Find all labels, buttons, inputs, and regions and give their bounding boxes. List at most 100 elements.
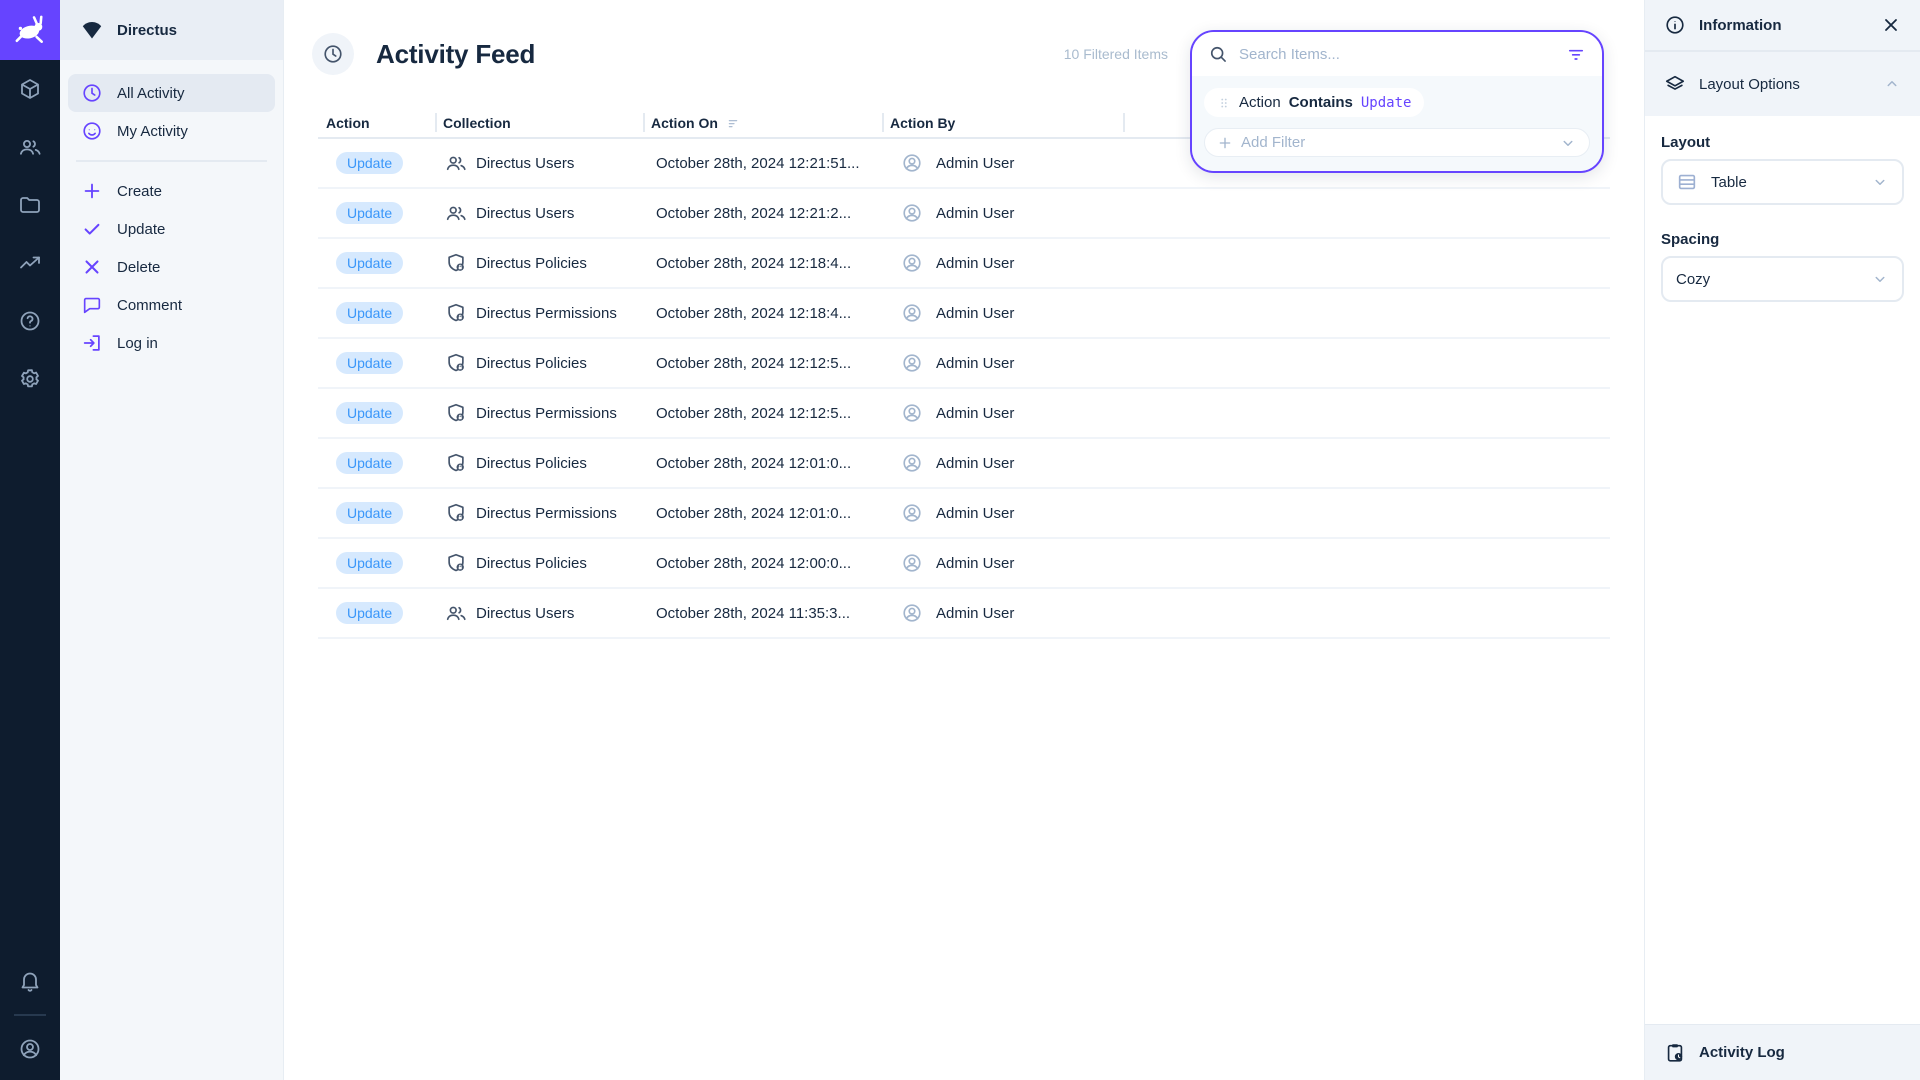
collection-name: Directus Users: [476, 205, 574, 222]
cell-spacer: [1123, 589, 1610, 637]
nav-item-create[interactable]: Create: [68, 172, 275, 210]
cell-action: Update: [318, 489, 435, 537]
cell-spacer: [1123, 489, 1610, 537]
cell-action-on: October 28th, 2024 12:18:4...: [643, 289, 882, 337]
search-bar: [1192, 32, 1602, 76]
clipboard-clock-icon: [1664, 1042, 1686, 1064]
add-filter-button[interactable]: Add Filter: [1204, 128, 1590, 157]
cell-action-on: October 28th, 2024 12:01:0...: [643, 439, 882, 487]
timestamp: October 28th, 2024 12:01:0...: [656, 505, 851, 522]
clock-icon: [81, 82, 103, 104]
filter-toggle-button[interactable]: [1566, 44, 1586, 64]
user-name: Admin User: [936, 405, 1014, 422]
nav-item-log-in[interactable]: Log in: [68, 324, 275, 362]
timestamp: October 28th, 2024 12:18:4...: [656, 255, 851, 272]
table-row-directus-policies[interactable]: Update Directus Policies October 28th, 2…: [318, 539, 1610, 589]
cell-action-on: October 28th, 2024 12:21:51...: [643, 139, 882, 187]
cell-action-by: Admin User: [882, 589, 1123, 637]
activity-table: Action Collection Action On Action By: [318, 108, 1610, 639]
shield-lock-icon: [445, 302, 467, 324]
search-input[interactable]: [1239, 46, 1555, 63]
table-row-directus-permissions[interactable]: Update Directus Permissions October 28th…: [318, 289, 1610, 339]
shield-lock-icon: [445, 502, 467, 524]
nav-item-delete[interactable]: Delete: [68, 248, 275, 286]
user-menu-button[interactable]: [0, 1020, 60, 1078]
layout-options-section[interactable]: Layout Options: [1645, 52, 1920, 116]
spacing-label: Spacing: [1661, 231, 1904, 248]
project-name: Directus: [117, 22, 177, 39]
module-settings[interactable]: [0, 350, 60, 408]
table-row-directus-policies[interactable]: Update Directus Policies October 28th, 2…: [318, 239, 1610, 289]
action-badge: Update: [336, 252, 403, 274]
cell-collection: Directus Policies: [435, 439, 643, 487]
nav-activity-list: All Activity My Activity: [60, 60, 283, 150]
spacing-select[interactable]: Cozy: [1661, 256, 1904, 302]
module-bar-bottom: [0, 952, 60, 1080]
nav-item-update[interactable]: Update: [68, 210, 275, 248]
cell-collection: Directus Policies: [435, 239, 643, 287]
insights-icon: [18, 251, 42, 275]
nav-item-comment[interactable]: Comment: [68, 286, 275, 324]
help-icon: [18, 309, 42, 333]
nav-item-all-activity[interactable]: All Activity: [68, 74, 275, 112]
table-row-directus-permissions[interactable]: Update Directus Permissions October 28th…: [318, 489, 1610, 539]
collection-name: Directus Permissions: [476, 405, 617, 422]
layers-icon: [1664, 73, 1686, 95]
people-icon: [18, 135, 42, 159]
notifications-button[interactable]: [0, 952, 60, 1010]
cell-action: Update: [318, 439, 435, 487]
module-docs[interactable]: [0, 292, 60, 350]
user-name: Admin User: [936, 305, 1014, 322]
cell-collection: Directus Policies: [435, 539, 643, 587]
login-icon: [81, 332, 103, 354]
module-files[interactable]: [0, 176, 60, 234]
cell-action-by: Admin User: [882, 239, 1123, 287]
shield-lock-icon: [445, 252, 467, 274]
module-content[interactable]: [0, 60, 60, 118]
action-badge: Update: [336, 502, 403, 524]
app-root: Directus All Activity My Activity: [0, 0, 1920, 1080]
table-row-directus-users[interactable]: Update Directus Users October 28th, 2024…: [318, 589, 1610, 639]
shield-lock-icon: [445, 452, 467, 474]
column-header-collection[interactable]: Collection: [435, 108, 643, 137]
module-insights[interactable]: [0, 234, 60, 292]
cell-action-on: October 28th, 2024 12:12:5...: [643, 389, 882, 437]
cell-action-by: Admin User: [882, 539, 1123, 587]
people-icon: [445, 202, 467, 224]
user-name: Admin User: [936, 555, 1014, 572]
module-users[interactable]: [0, 118, 60, 176]
nav-item-my-activity[interactable]: My Activity: [68, 112, 275, 150]
sidebar-close-button[interactable]: [1881, 15, 1901, 35]
user-avatar-icon: [901, 152, 923, 174]
nav-sidebar: Directus All Activity My Activity: [60, 0, 284, 1080]
table-row-directus-policies[interactable]: Update Directus Policies October 28th, 2…: [318, 339, 1610, 389]
table-row-directus-users[interactable]: Update Directus Users October 28th, 2024…: [318, 189, 1610, 239]
title-wrap: Activity Feed: [312, 33, 535, 75]
chevron-down-icon: [1871, 173, 1889, 191]
column-header-action-on[interactable]: Action On: [643, 108, 882, 137]
filter-chip[interactable]: Action Contains Update: [1204, 88, 1424, 117]
cell-collection: Directus Permissions: [435, 489, 643, 537]
timestamp: October 28th, 2024 11:35:3...: [656, 605, 850, 622]
project-header[interactable]: Directus: [60, 0, 283, 60]
column-header-action[interactable]: Action: [318, 108, 435, 137]
user-avatar-icon: [901, 402, 923, 424]
directus-logo-button[interactable]: [0, 0, 60, 60]
collection-name: Directus Users: [476, 155, 574, 172]
cell-action-by: Admin User: [882, 389, 1123, 437]
cell-action-on: October 28th, 2024 11:35:3...: [643, 589, 882, 637]
column-label: Action: [326, 115, 370, 131]
table-row-directus-policies[interactable]: Update Directus Policies October 28th, 2…: [318, 439, 1610, 489]
column-header-action-by[interactable]: Action By: [882, 108, 1123, 137]
spacing-value: Cozy: [1676, 271, 1858, 288]
activity-log-tab[interactable]: Activity Log: [1645, 1024, 1920, 1080]
module-bar: [0, 0, 60, 1080]
layout-select[interactable]: Table: [1661, 159, 1904, 205]
action-badge: Update: [336, 202, 403, 224]
activity-log-label: Activity Log: [1699, 1044, 1785, 1061]
cell-spacer: [1123, 239, 1610, 287]
cell-action: Update: [318, 239, 435, 287]
chip-value: Update: [1361, 95, 1412, 111]
table-row-directus-permissions[interactable]: Update Directus Permissions October 28th…: [318, 389, 1610, 439]
user-name: Admin User: [936, 505, 1014, 522]
